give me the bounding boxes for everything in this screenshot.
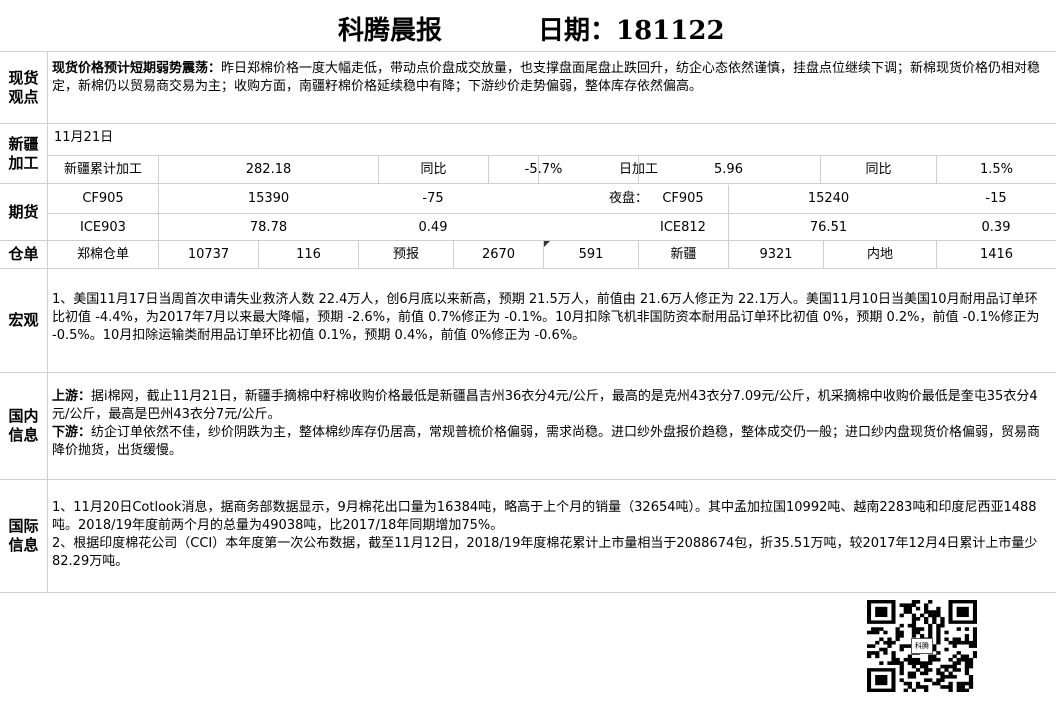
zz-label: 郑棉仓单 <box>76 247 129 262</box>
downstream-text: 纺企订单依然不佳，纱价阴跌为主，整体棉纱库存仍居高，常规普梳价格偏弱，需求尚稳。… <box>52 425 1041 458</box>
night-label: 夜盘： <box>608 191 648 206</box>
upstream-paragraph: 上游：据i棉网，截止11月21日，新疆手摘棉中籽棉收购价格最低是新疆昌吉州36衣… <box>52 388 1050 424</box>
night-price: 76.51 <box>728 214 928 242</box>
cum-label: 新疆累计加工 <box>63 162 142 177</box>
report-date: 日期：181122 <box>538 16 725 46</box>
yoy2-label: 同比 <box>820 156 936 184</box>
futures-section: 期货 CF905 15390 -75 夜盘： CF905 15240 -15 I… <box>0 184 1056 242</box>
report-header: 科腾晨报 日期：181122 <box>0 0 1056 52</box>
xinjiang-section: 新疆加工 11月21日 新疆累计加工 282.18 同比 -5.7% 日加工 5… <box>0 124 1056 184</box>
domestic-body: 上游：据i棉网，截止11月21日，新疆手摘棉中籽棉收购价格最低是新疆昌吉州36衣… <box>52 388 1050 460</box>
yoy1-label: 同比 <box>378 156 488 184</box>
qr-logo: 科腾 <box>911 638 933 654</box>
nd-value: 1416 <box>936 241 1056 269</box>
futures-price: 78.78 <box>158 214 378 242</box>
futures-change: 0.49 <box>418 220 448 235</box>
night-contract: CF905 <box>662 191 704 206</box>
xinjiang-date-row: 11月21日 <box>48 124 1056 152</box>
downstream-label: 下游： <box>52 425 92 440</box>
spot-section: 现货观点 现货价格预计短期弱势震荡：昨日郑棉价格一度大幅走低，带动点价盘成交放量… <box>0 52 1056 124</box>
zz-value: 10737 <box>158 241 258 269</box>
forecast-value: 2670 <box>453 241 543 269</box>
warehouse-row: 郑棉仓单 10737 116 预报 2670 591 新疆 9321 内地 14… <box>48 241 1056 269</box>
forecast-label: 预报 <box>358 241 453 269</box>
night-price: 15240 <box>728 185 928 213</box>
upstream-text: 据i棉网，截止11月21日，新疆手摘棉中籽棉收购价格最低是新疆昌吉州36衣分4元… <box>52 389 1038 422</box>
night-contract: ICE812 <box>660 220 706 235</box>
xj-label: 新疆 <box>638 241 728 269</box>
xj-value: 9321 <box>728 241 823 269</box>
qr-code-image: 科腾 <box>867 600 978 693</box>
night-change: 0.39 <box>981 220 1011 235</box>
macro-label: 宏观 <box>0 269 48 372</box>
spot-body: 现货价格预计短期弱势震荡：昨日郑棉价格一度大幅走低，带动点价盘成交放量，也支撑盘… <box>52 60 1050 96</box>
warehouse-section: 仓单 郑棉仓单 10737 116 预报 2670 591 新疆 9321 内地… <box>0 241 1056 269</box>
report-page: 科腾晨报 日期：181122 现货观点 现货价格预计短期弱势震荡：昨日郑棉价格一… <box>0 0 1056 704</box>
futures-contract: ICE903 <box>80 220 126 235</box>
daily-value: 5.96 <box>638 156 818 184</box>
forecast-change: 591 <box>543 241 638 269</box>
cum-value: 282.18 <box>158 156 378 184</box>
futures-price: 15390 <box>158 185 378 213</box>
macro-text: 1、美国11月17日当周首次申请失业救济人数 22.4万人，创6月底以来新高，预… <box>52 292 1040 343</box>
zz-change: 116 <box>258 241 358 269</box>
upstream-label: 上游： <box>52 389 92 404</box>
warehouse-label: 仓单 <box>0 241 48 268</box>
spot-label: 现货观点 <box>0 52 48 123</box>
international-line-2: 2、根据印度棉花公司（CCI）本年度第一次公布数据，截至11月12日，2018/… <box>52 536 1038 569</box>
downstream-paragraph: 下游：纺企订单依然不佳，纱价阴跌为主，整体棉纱库存仍居高，常规普梳价格偏弱，需求… <box>52 424 1050 460</box>
xinjiang-label: 新疆加工 <box>0 124 48 183</box>
spot-headline: 现货价格预计短期弱势震荡： <box>52 61 222 76</box>
xinjiang-date: 11月21日 <box>54 130 114 145</box>
domestic-section: 国内信息 上游：据i棉网，截止11月21日，新疆手摘棉中籽棉收购价格最低是新疆昌… <box>0 373 1056 480</box>
international-label: 国际信息 <box>0 480 48 592</box>
macro-section: 宏观 1、美国11月17日当周首次申请失业救济人数 22.4万人，创6月底以来新… <box>0 269 1056 373</box>
futures-row-2: ICE903 78.78 0.49 ICE812 76.51 0.39 <box>48 213 1056 242</box>
futures-row-1: CF905 15390 -75 夜盘： CF905 15240 -15 <box>48 185 1056 213</box>
report-title: 科腾晨报 <box>338 16 443 46</box>
domestic-label: 国内信息 <box>0 373 48 479</box>
international-body: 1、11月20日Cotlook消息，据商务部数据显示，9月棉花出口量为16384… <box>52 499 1050 571</box>
futures-label: 期货 <box>0 184 48 240</box>
night-change: -15 <box>985 191 1007 206</box>
international-section: 国际信息 1、11月20日Cotlook消息，据商务部数据显示，9月棉花出口量为… <box>0 480 1056 593</box>
yoy2-value: 1.5% <box>936 156 1056 184</box>
xinjiang-data-row: 新疆累计加工 282.18 同比 -5.7% 日加工 5.96 同比 1.5% <box>48 155 1056 184</box>
nd-label: 内地 <box>823 241 936 269</box>
international-line-1: 1、11月20日Cotlook消息，据商务部数据显示，9月棉花出口量为16384… <box>52 500 1037 533</box>
futures-contract: CF905 <box>82 191 124 206</box>
comment-marker-icon <box>544 241 550 247</box>
futures-change: -75 <box>422 191 444 206</box>
